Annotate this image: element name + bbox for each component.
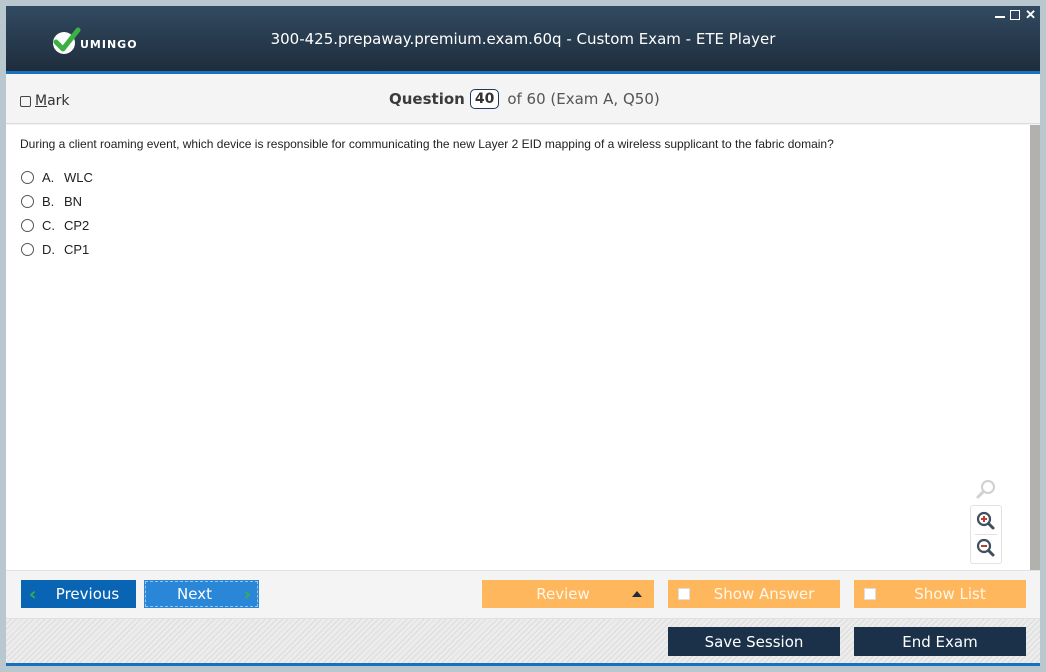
close-icon[interactable]: ✕: [1025, 8, 1036, 22]
next-button[interactable]: Next ›: [144, 580, 259, 608]
chevron-right-icon: ›: [243, 583, 251, 605]
navigation-bar: ‹ Previous Next › Review Show Answer Sho…: [6, 570, 1040, 618]
mark-checkbox[interactable]: Mark: [20, 93, 70, 109]
question-header: Mark Question 40 of 60 (Exam A, Q50): [6, 77, 1040, 124]
option-b[interactable]: B. BN: [21, 189, 93, 213]
answer-options: A. WLC B. BN C. CP2 D. CP1: [21, 165, 93, 261]
radio-icon[interactable]: [21, 218, 34, 232]
option-letter: D.: [42, 241, 55, 257]
question-content: During a client roaming event, which dev…: [6, 125, 1030, 570]
option-text: CP1: [64, 241, 90, 257]
review-label: Review: [536, 585, 590, 603]
zoom-in-icon[interactable]: [971, 508, 1001, 534]
search-icon[interactable]: [970, 477, 1002, 503]
caret-up-icon: [632, 591, 642, 597]
mark-label-accesskey: M: [35, 93, 48, 109]
window-controls: ✕: [995, 8, 1036, 22]
option-letter: C.: [42, 217, 55, 233]
question-text: During a client roaming event, which dev…: [20, 137, 834, 151]
next-label: Next: [177, 585, 212, 603]
option-text: BN: [64, 193, 83, 209]
option-text: WLC: [64, 169, 93, 185]
mark-label: ark: [47, 93, 70, 109]
option-a[interactable]: A. WLC: [21, 165, 93, 189]
previous-button[interactable]: ‹ Previous: [21, 580, 136, 608]
option-text: CP2: [64, 217, 90, 233]
zoom-out-icon[interactable]: [971, 535, 1001, 561]
previous-label: Previous: [55, 585, 120, 603]
radio-icon[interactable]: [21, 194, 34, 208]
option-letter: A.: [42, 169, 55, 185]
show-list-label: Show List: [914, 585, 986, 603]
question-total: of 60 (Exam A, Q50): [507, 90, 660, 108]
zoom-controls: [970, 505, 1002, 564]
chevron-left-icon: ‹: [29, 583, 37, 605]
maximize-icon[interactable]: [1010, 10, 1021, 20]
window-title: 300-425.prepaway.premium.exam.60q - Cust…: [270, 30, 776, 48]
option-c[interactable]: C. CP2: [21, 213, 93, 237]
zoom-tools: [970, 477, 1002, 564]
checkbox-icon[interactable]: [20, 95, 31, 107]
footer-accent-line: [6, 663, 1040, 666]
review-button[interactable]: Review: [482, 580, 654, 608]
vertical-scrollbar[interactable]: [1030, 125, 1040, 570]
option-d[interactable]: D. CP1: [21, 237, 93, 261]
question-number-input[interactable]: 40: [469, 89, 500, 109]
footer-bar: Save Session End Exam: [6, 618, 1040, 663]
radio-icon[interactable]: [21, 242, 34, 256]
checkbox-icon[interactable]: [678, 588, 690, 600]
question-counter: Question 40 of 60 (Exam A, Q50): [389, 89, 660, 109]
end-exam-button[interactable]: End Exam: [854, 627, 1026, 656]
question-label: Question: [389, 90, 465, 108]
save-session-button[interactable]: Save Session: [668, 627, 840, 656]
option-letter: B.: [42, 193, 55, 209]
show-answer-toggle[interactable]: Show Answer: [668, 580, 840, 608]
checkbox-icon[interactable]: [864, 588, 876, 600]
radio-icon[interactable]: [21, 170, 34, 184]
ete-player-window: UMINGO 300-425.prepaway.premium.exam.60q…: [6, 6, 1040, 666]
minimize-icon[interactable]: [995, 8, 1006, 18]
show-list-toggle[interactable]: Show List: [854, 580, 1026, 608]
show-answer-label: Show Answer: [713, 585, 815, 603]
title-bar: UMINGO 300-425.prepaway.premium.exam.60q…: [6, 6, 1040, 74]
